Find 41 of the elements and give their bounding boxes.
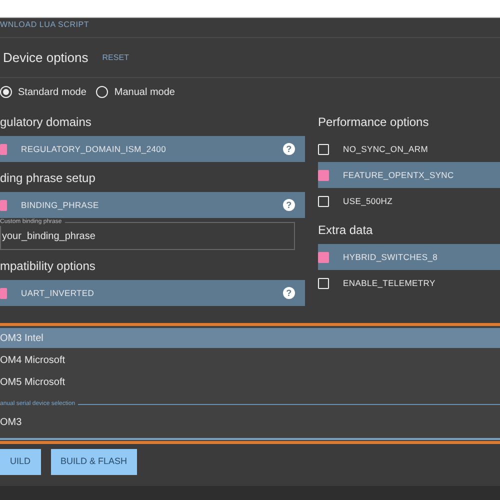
option-label: UART_INVERTED [21, 286, 94, 300]
option-row[interactable]: UART_INVERTED ? [0, 280, 305, 306]
help-icon[interactable]: ? [283, 287, 295, 299]
menu-item[interactable]: OM3 Intel [0, 328, 500, 348]
action-button[interactable]: BUILD & FLASH [50, 449, 138, 475]
section-heading: gulatory domains [0, 114, 92, 131]
option-label: ENABLE_TELEMETRY [343, 276, 436, 290]
action-button[interactable]: UILD [0, 449, 41, 475]
field-value: OM3 [0, 417, 22, 428]
option-row[interactable]: BINDING_PHRASE ? [0, 192, 305, 218]
radio-option[interactable]: Standard mode [0, 84, 86, 100]
option-row[interactable]: FEATURE_OPENTX_SYNC [318, 162, 500, 188]
option-row[interactable]: USE_500HZ [318, 188, 500, 214]
option-row[interactable]: ENABLE_TELEMETRY [318, 270, 500, 296]
radio-option[interactable]: Manual mode [96, 84, 175, 100]
option-label: USE_500HZ [343, 194, 393, 208]
checkbox[interactable] [0, 144, 7, 154]
checkbox[interactable] [318, 170, 329, 180]
checkbox[interactable] [0, 200, 7, 210]
section-heading: mpatibility options [0, 258, 96, 275]
checkbox[interactable] [318, 252, 329, 262]
checkbox[interactable] [0, 288, 7, 298]
download-link[interactable]: WNLOAD LUA SCRIPT [0, 18, 500, 38]
option-row[interactable]: HYBRID_SWITCHES_8 [318, 244, 500, 270]
help-icon[interactable]: ? [283, 143, 295, 155]
field-value: your_binding_phrase [2, 231, 96, 242]
reset-link[interactable]: RESET [102, 52, 129, 64]
option-row[interactable]: REGULATORY_DOMAIN_ISM_2400 ? [0, 136, 305, 162]
option-label: BINDING_PHRASE [21, 198, 99, 212]
option-label: FEATURE_OPENTX_SYNC [343, 168, 454, 182]
section-title: Device options [3, 48, 88, 67]
section-heading: ding phrase setup [0, 170, 96, 187]
option-label: HYBRID_SWITCHES_8 [343, 250, 438, 264]
menu-item[interactable]: OM4 Microsoft [0, 350, 500, 370]
option-label: REGULATORY_DOMAIN_ISM_2400 [21, 142, 166, 156]
option-row[interactable]: NO_SYNC_ON_ARM [318, 136, 500, 162]
section-heading: Performance options [318, 114, 430, 131]
option-label: NO_SYNC_ON_ARM [343, 142, 428, 156]
help-icon[interactable]: ? [283, 199, 295, 211]
menu-item[interactable]: OM5 Microsoft [0, 372, 500, 392]
section-heading: Extra data [318, 222, 374, 239]
